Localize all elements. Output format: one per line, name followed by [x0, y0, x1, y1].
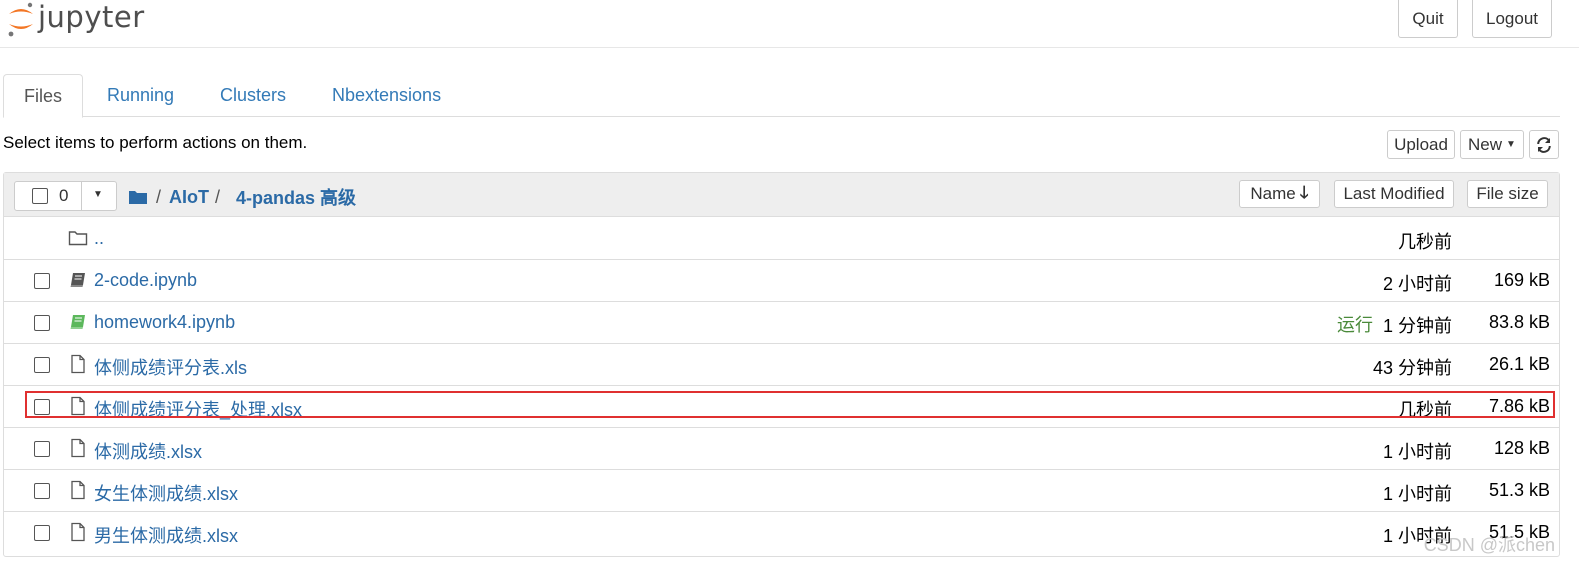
list-item[interactable]: 体测成绩.xlsx 1 小时前 128 kB: [4, 427, 1559, 470]
logout-button[interactable]: Logout: [1472, 0, 1552, 38]
select-all-checkbox[interactable]: [32, 188, 48, 204]
notebook-running-icon: [70, 315, 85, 329]
file-modified: 1 小时前: [1382, 484, 1452, 504]
row-checkbox[interactable]: [34, 315, 50, 331]
jupyter-logo-icon: [8, 2, 33, 37]
list-item[interactable]: 体侧成绩评分表.xls 43 分钟前 26.1 kB: [4, 343, 1559, 386]
file-name[interactable]: 2-code.ipynb: [94, 270, 197, 291]
sort-modified-button[interactable]: Last Modified: [1334, 180, 1454, 208]
breadcrumb-separator: /: [156, 186, 162, 207]
selection-hint: Select items to perform actions on them.: [3, 133, 308, 152]
row-checkbox[interactable]: [34, 273, 50, 289]
folder-icon[interactable]: [128, 189, 148, 205]
breadcrumb: / AIoT / 4-pandas 高级: [128, 184, 356, 210]
list-item[interactable]: 女生体测成绩.xlsx 1 小时前 51.3 kB: [4, 469, 1559, 512]
highlight-box: [25, 391, 1555, 418]
sort-size-button[interactable]: File size: [1467, 180, 1548, 208]
notebook-icon: [70, 273, 85, 287]
file-name[interactable]: 体测成绩.xlsx: [94, 438, 202, 464]
file-icon: [71, 354, 85, 374]
header: jupyter Quit Logout: [0, 0, 1579, 48]
tab-nbextensions[interactable]: Nbextensions: [312, 74, 461, 116]
caret-down-icon: ▼: [1506, 139, 1516, 150]
list-item[interactable]: 2-code.ipynb 2 小时前 169 kB: [4, 259, 1559, 302]
row-checkbox[interactable]: [34, 357, 50, 373]
file-modified: 1 小时前: [1382, 442, 1452, 462]
list-item[interactable]: 男生体测成绩.xlsx 1 小时前 51.5 kB: [4, 511, 1559, 553]
refresh-button[interactable]: [1529, 130, 1559, 159]
file-list-header: 0 ▼ / AIoT / 4-pandas 高级 Name 🡓 Last Mod…: [4, 173, 1559, 217]
file-name[interactable]: ..: [94, 228, 104, 249]
file-modified: 2 小时前: [1382, 274, 1452, 294]
file-name[interactable]: 男生体测成绩.xlsx: [94, 522, 238, 548]
file-name[interactable]: homework4.ipynb: [94, 312, 235, 333]
file-size: 83.8 kB: [1488, 312, 1550, 332]
new-dropdown-button[interactable]: New ▼: [1460, 130, 1524, 159]
dropdown-divider: [81, 182, 82, 210]
watermark: CSDN @派chen: [1423, 535, 1555, 555]
tab-bar: Files Running Clusters Nbextensions: [3, 74, 1560, 118]
row-checkbox[interactable]: [34, 483, 50, 499]
arrow-down-icon: 🡓: [1299, 182, 1309, 202]
selected-count: 0: [59, 186, 69, 205]
file-size: 51.3 kB: [1488, 480, 1550, 500]
list-item[interactable]: homework4.ipynb 运行 1 分钟前 83.8 kB: [4, 301, 1559, 344]
logo-text: jupyter: [38, 0, 145, 34]
folder-open-icon: [68, 231, 88, 246]
tab-running[interactable]: Running: [87, 74, 194, 116]
row-checkbox[interactable]: [34, 441, 50, 457]
tab-files[interactable]: Files: [3, 74, 84, 118]
sort-name-button[interactable]: Name 🡓: [1239, 180, 1320, 208]
file-modified: 1 分钟前: [1382, 316, 1452, 336]
breadcrumb-separator: /: [215, 186, 221, 207]
file-size: 128 kB: [1493, 438, 1550, 458]
caret-down-icon[interactable]: ▼: [93, 189, 103, 200]
file-icon: [71, 438, 85, 458]
breadcrumb-current-folder[interactable]: 4-pandas 高级: [236, 184, 356, 210]
file-size: 26.1 kB: [1488, 354, 1550, 374]
file-modified: 几秒前: [1398, 232, 1452, 252]
quit-button[interactable]: Quit: [1398, 0, 1458, 38]
file-icon: [71, 522, 85, 542]
sort-name-label: Name: [1250, 184, 1296, 203]
file-icon: [71, 480, 85, 500]
new-label: New: [1468, 134, 1503, 154]
jupyter-logo[interactable]: jupyter: [6, 0, 145, 40]
running-status: 运行: [1337, 315, 1373, 335]
file-list: 0 ▼ / AIoT / 4-pandas 高级 Name 🡓 Last Mod…: [3, 172, 1560, 557]
tab-clusters[interactable]: Clusters: [200, 74, 306, 116]
file-name[interactable]: 女生体测成绩.xlsx: [94, 480, 238, 506]
breadcrumb-aiot[interactable]: AIoT: [169, 187, 209, 208]
file-modified: 43 分钟前: [1372, 358, 1452, 378]
list-item-parent[interactable]: .. 几秒前: [4, 217, 1559, 260]
select-all-control[interactable]: 0 ▼: [14, 181, 117, 211]
refresh-icon: [1537, 136, 1551, 153]
row-checkbox[interactable]: [34, 525, 50, 541]
upload-button[interactable]: Upload: [1387, 130, 1455, 159]
file-name[interactable]: 体侧成绩评分表.xls: [94, 354, 247, 380]
file-size: 169 kB: [1493, 270, 1550, 290]
